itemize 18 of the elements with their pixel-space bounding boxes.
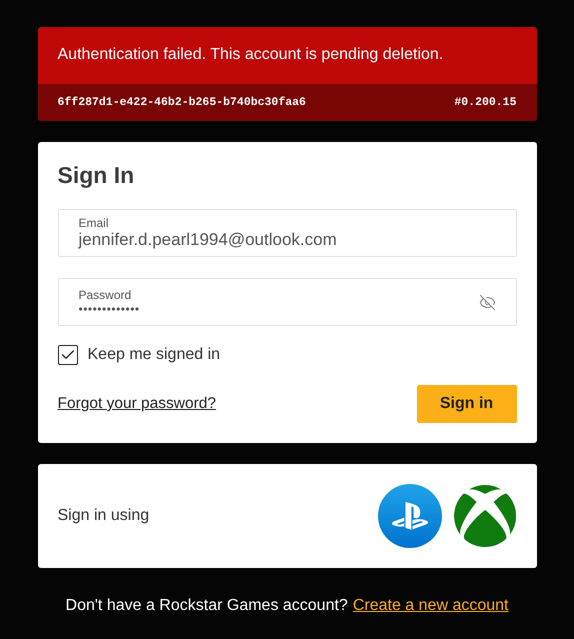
footer-text: Don't have a Rockstar Games account? — [66, 597, 348, 615]
checkbox[interactable] — [58, 345, 78, 365]
password-field[interactable]: Password ••••••••••••• — [58, 278, 516, 326]
sign-in-using-label: Sign in using — [58, 507, 150, 525]
forgot-password-link[interactable]: Forgot your password? — [58, 395, 216, 413]
email-field[interactable]: Email jennifer.d.pearl1994@outlook.com — [58, 209, 516, 257]
sign-in-button[interactable]: Sign in — [416, 385, 516, 423]
checkbox-label: Keep me signed in — [88, 346, 220, 364]
field-label: Email — [78, 216, 110, 230]
field-label: Password — [78, 288, 132, 302]
create-account-link[interactable]: Create a new account — [352, 597, 508, 615]
error-message: Authentication failed. This account is pending deletion. — [56, 45, 444, 65]
version-text: #0.200.15 — [454, 96, 516, 109]
sign-in-title: Sign In — [58, 162, 136, 189]
hide-password-icon[interactable] — [478, 294, 496, 310]
error-code: 6ff287d1-e422-46b2-b265-b740bc30faa6 — [58, 96, 306, 109]
field-value: ••••••••••••• — [78, 302, 141, 316]
field-value: jennifer.d.pearl1994@outlook.com — [78, 230, 338, 250]
